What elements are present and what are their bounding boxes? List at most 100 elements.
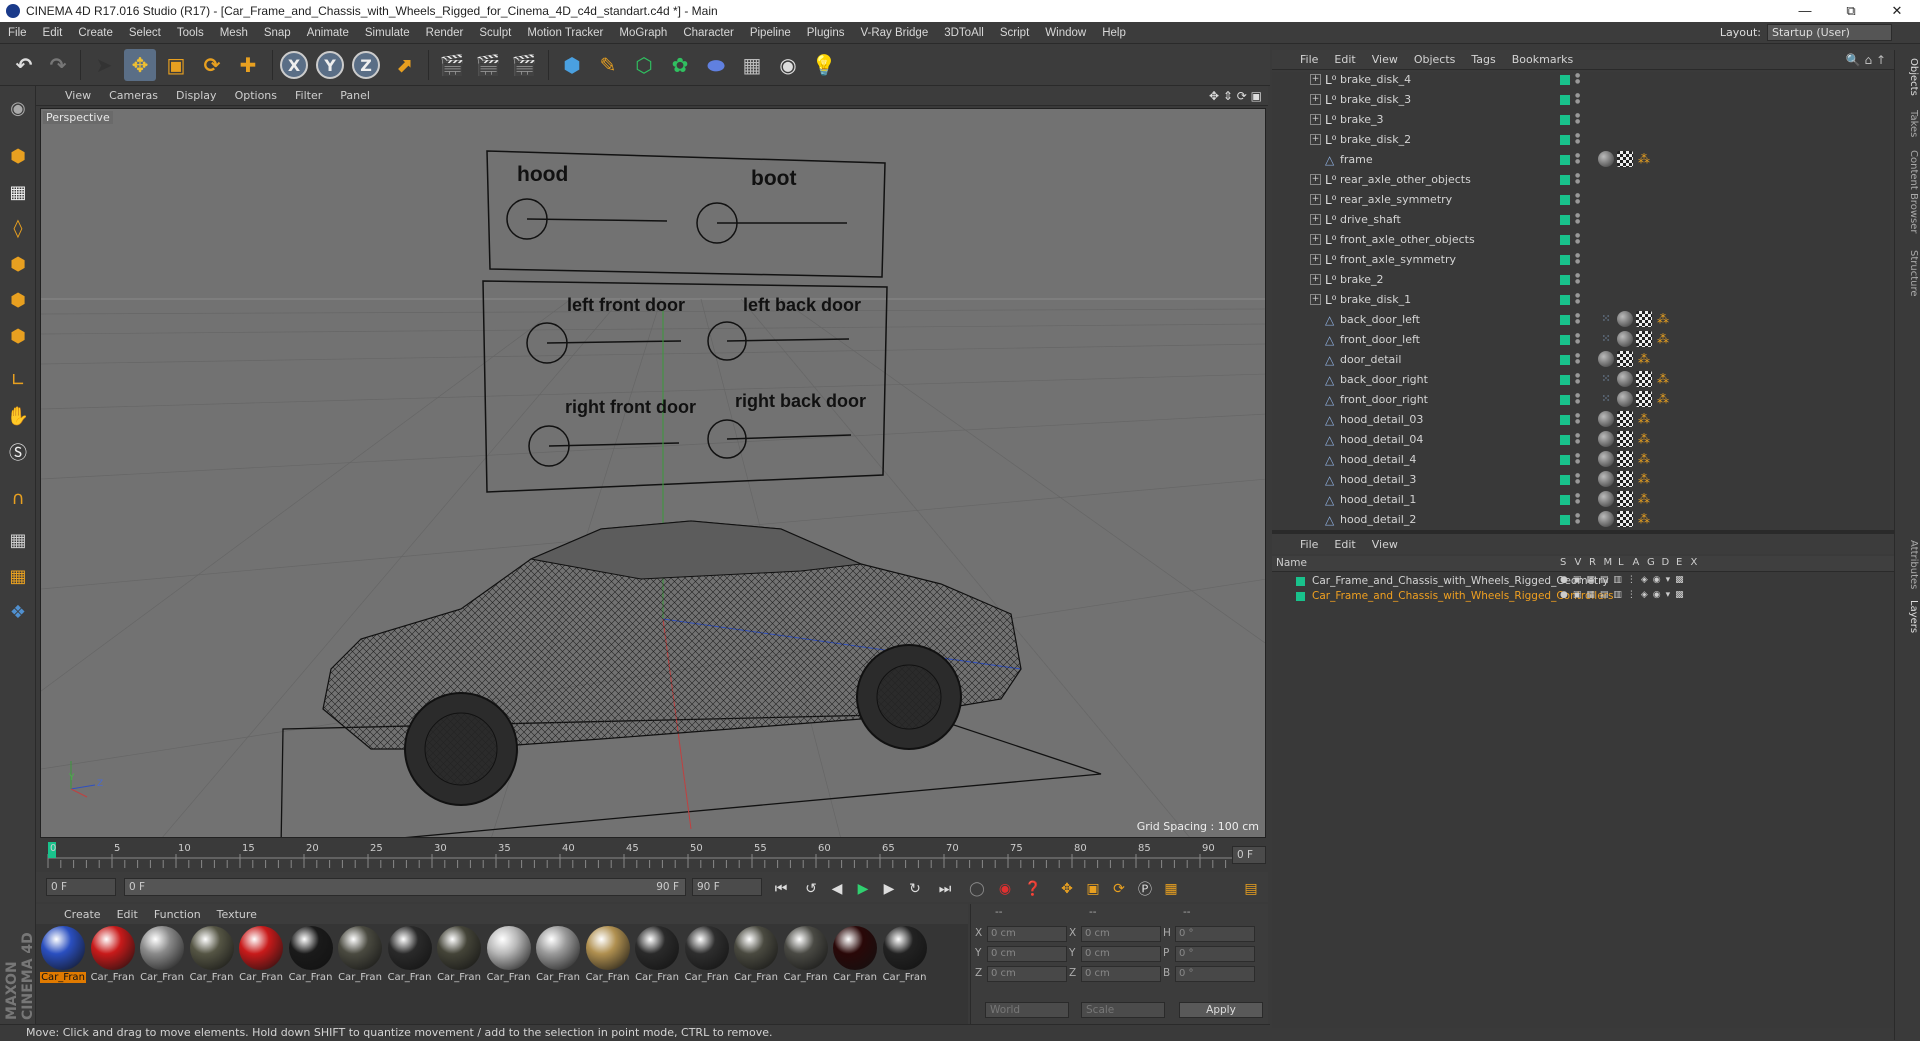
objects-search-icon[interactable]: 🔍 ⌂ ↑ bbox=[1846, 53, 1886, 67]
objects-menu-bookmarks[interactable]: Bookmarks bbox=[1504, 53, 1581, 66]
pen-spline-icon[interactable]: ✎ bbox=[592, 49, 624, 81]
material-swatch[interactable]: Car_Fran bbox=[387, 926, 433, 983]
menu-edit[interactable]: Edit bbox=[35, 27, 71, 39]
layer-color-swatch[interactable] bbox=[1560, 175, 1570, 185]
menu-file[interactable]: File bbox=[0, 27, 35, 39]
texture-tag-icon[interactable] bbox=[1617, 471, 1633, 487]
ik-tag-icon[interactable]: ⁂ bbox=[1636, 451, 1652, 467]
object-row[interactable]: △ hood_detail_1 ● ● ⁂ bbox=[1272, 490, 1890, 510]
material-tag-icon[interactable] bbox=[1598, 431, 1614, 447]
object-name[interactable]: hood_detail_1 bbox=[1340, 493, 1416, 506]
visibility-dots-icon[interactable]: ● ● bbox=[1575, 313, 1580, 325]
y-axis-lock-button[interactable]: Y bbox=[316, 51, 344, 79]
play-icon[interactable]: ▶ bbox=[852, 878, 874, 900]
timeline-ruler[interactable]: 0 5 10 15 20 25 30 35 40 45 50 55 60 65 70 75 80 85 90 0 F bbox=[36, 840, 1268, 872]
polygons-mode-icon[interactable]: ⬢ bbox=[4, 322, 32, 350]
menu-plugins[interactable]: Plugins bbox=[799, 27, 853, 39]
snapping-icon[interactable]: ∩ bbox=[4, 484, 32, 512]
visibility-dots-icon[interactable]: ● ● bbox=[1575, 433, 1580, 445]
menu-sculpt[interactable]: Sculpt bbox=[471, 27, 519, 39]
z-axis-lock-button[interactable]: Z bbox=[352, 51, 380, 79]
menu-select[interactable]: Select bbox=[121, 27, 169, 39]
record-keys-off-icon[interactable]: ◯ bbox=[966, 878, 988, 900]
layer-color-swatch[interactable] bbox=[1560, 455, 1570, 465]
object-row[interactable]: △ frame ● ● ⁂ bbox=[1272, 150, 1890, 170]
render-to-picture-viewer-icon[interactable]: 🎬 bbox=[472, 49, 504, 81]
texture-tag-icon[interactable] bbox=[1636, 311, 1652, 327]
material-menu-edit[interactable]: Edit bbox=[109, 908, 146, 921]
menu-pipeline[interactable]: Pipeline bbox=[742, 27, 799, 39]
layer-color-swatch[interactable] bbox=[1560, 375, 1570, 385]
object-name[interactable]: brake_2 bbox=[1340, 273, 1384, 286]
material-tag-icon[interactable] bbox=[1617, 371, 1633, 387]
coord-value-field[interactable]: 0 ° bbox=[1175, 926, 1255, 942]
object-name[interactable]: front_door_left bbox=[1340, 333, 1420, 346]
ik-tag-icon[interactable]: ⁂ bbox=[1655, 311, 1671, 327]
material-tag-icon[interactable] bbox=[1617, 311, 1633, 327]
layer-color-swatch[interactable] bbox=[1560, 495, 1570, 505]
tab-structure[interactable]: Structure bbox=[1897, 250, 1919, 297]
material-tag-icon[interactable] bbox=[1598, 451, 1614, 467]
next-frame-icon[interactable]: ▶ bbox=[878, 878, 900, 900]
layer-color-swatch[interactable] bbox=[1560, 335, 1570, 345]
minimize-button[interactable]: — bbox=[1782, 0, 1828, 22]
world-dropdown[interactable]: World bbox=[985, 1002, 1069, 1018]
menu-help[interactable]: Help bbox=[1094, 27, 1134, 39]
visibility-dots-icon[interactable]: ● ● bbox=[1575, 73, 1580, 85]
object-row[interactable]: △ hood_detail_2 ● ● ⁂ bbox=[1272, 510, 1890, 530]
menu-mograph[interactable]: MoGraph bbox=[611, 27, 675, 39]
material-swatch[interactable]: Car_Fran bbox=[238, 926, 284, 983]
menu-character[interactable]: Character bbox=[675, 27, 742, 39]
points-mode-icon[interactable]: ⬢ bbox=[4, 250, 32, 278]
material-swatch[interactable]: Car_Fran bbox=[783, 926, 829, 983]
object-name[interactable]: brake_disk_3 bbox=[1340, 93, 1411, 106]
material-tag-icon[interactable] bbox=[1617, 391, 1633, 407]
menu-mesh[interactable]: Mesh bbox=[212, 27, 256, 39]
visibility-dots-icon[interactable]: ● ● bbox=[1575, 113, 1580, 125]
texture-tag-icon[interactable] bbox=[1617, 351, 1633, 367]
expand-toggle-icon[interactable]: + bbox=[1310, 254, 1321, 265]
layer-color-swatch[interactable] bbox=[1560, 195, 1570, 205]
close-button[interactable]: ✕ bbox=[1874, 0, 1920, 22]
object-name[interactable]: rear_axle_symmetry bbox=[1340, 193, 1452, 206]
expand-toggle-icon[interactable]: + bbox=[1310, 134, 1321, 145]
texture-tag-icon[interactable] bbox=[1636, 391, 1652, 407]
layer-color-swatch[interactable] bbox=[1560, 355, 1570, 365]
layers-menu-edit[interactable]: Edit bbox=[1326, 538, 1363, 551]
undo-icon[interactable]: ↶ bbox=[8, 49, 40, 81]
ik-tag-icon[interactable]: ⁂ bbox=[1636, 351, 1652, 367]
texture-tag-icon[interactable] bbox=[1617, 491, 1633, 507]
workplane-icon[interactable]: ▦ bbox=[4, 526, 32, 554]
start-frame-field[interactable]: 0 F bbox=[46, 878, 116, 896]
viewport-nav-icons[interactable]: ✥ ⇕ ⟳ ▣ bbox=[1209, 89, 1262, 103]
go-to-start-icon[interactable]: ⏮ bbox=[770, 878, 792, 900]
object-name[interactable]: hood_detail_3 bbox=[1340, 473, 1416, 486]
menu-tools[interactable]: Tools bbox=[169, 27, 212, 39]
object-row[interactable]: △ back_door_right ● ● ⁙ ⁂ bbox=[1272, 370, 1890, 390]
object-row[interactable]: + L⁰ brake_3 ● ● bbox=[1272, 110, 1890, 130]
key-position-icon[interactable]: ✥ bbox=[1056, 878, 1078, 900]
object-name[interactable]: back_door_left bbox=[1340, 313, 1420, 326]
visibility-dots-icon[interactable]: ● ● bbox=[1575, 393, 1580, 405]
selection-tag-icon[interactable]: ⁙ bbox=[1598, 371, 1614, 387]
visibility-dots-icon[interactable]: ● ● bbox=[1575, 233, 1580, 245]
tab-objects[interactable]: Objects bbox=[1897, 58, 1919, 96]
locked-workplane-icon[interactable]: ▦ bbox=[4, 562, 32, 590]
object-name[interactable]: front_axle_symmetry bbox=[1340, 253, 1456, 266]
tweak-mode-icon[interactable]: ✋ bbox=[4, 402, 32, 430]
scale-dropdown[interactable]: Scale bbox=[1081, 1002, 1165, 1018]
objects-menu-edit[interactable]: Edit bbox=[1326, 53, 1363, 66]
workplane-mode-icon[interactable]: ◊ bbox=[4, 214, 32, 242]
move-tool-icon[interactable]: ✥ bbox=[124, 49, 156, 81]
floor-object-icon[interactable]: ▦ bbox=[736, 49, 768, 81]
layer-color-swatch[interactable] bbox=[1560, 235, 1570, 245]
viewport-menu-options[interactable]: Options bbox=[226, 89, 286, 102]
expand-toggle-icon[interactable]: + bbox=[1310, 94, 1321, 105]
x-axis-lock-button[interactable]: X bbox=[280, 51, 308, 79]
current-frame-field[interactable]: 0 F bbox=[1232, 846, 1266, 864]
object-name[interactable]: door_detail bbox=[1340, 353, 1401, 366]
coord-value-field[interactable]: 0 ° bbox=[1175, 946, 1255, 962]
visibility-dots-icon[interactable]: ● ● bbox=[1575, 373, 1580, 385]
material-swatch[interactable]: Car_Fran bbox=[585, 926, 631, 983]
layers-menu-view[interactable]: View bbox=[1364, 538, 1406, 551]
